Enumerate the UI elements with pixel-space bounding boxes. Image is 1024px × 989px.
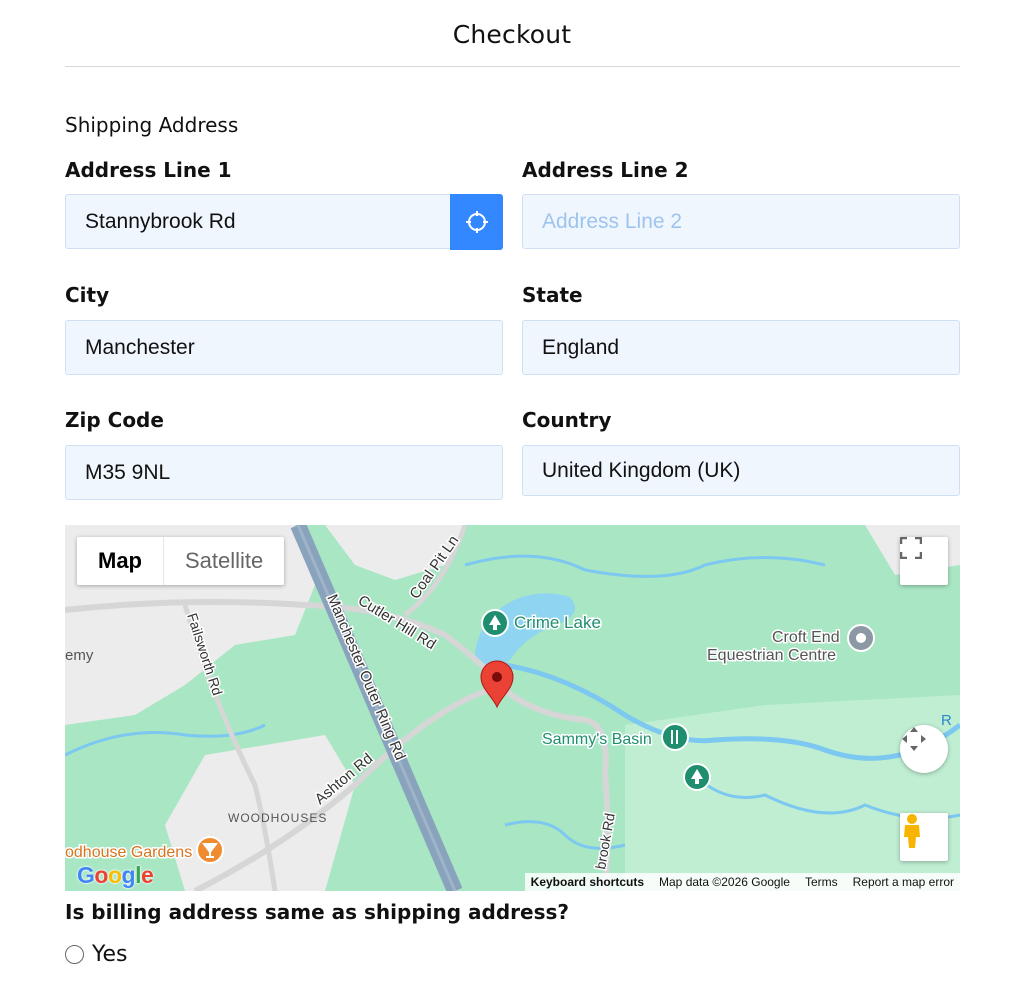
map-view[interactable]: Coal Pit Ln Cutler Hill Rd Manchester Ou…	[65, 525, 960, 891]
locate-me-button[interactable]	[450, 194, 503, 250]
map-type-map-button[interactable]: Map	[77, 537, 163, 585]
crosshair-icon	[465, 211, 488, 233]
terms-link[interactable]: Terms	[805, 875, 838, 889]
keyboard-shortcuts-link[interactable]: Keyboard shortcuts	[531, 875, 644, 889]
state-label: State	[522, 283, 583, 307]
address-line-1-label: Address Line 1	[65, 158, 232, 182]
pan-arrows-icon	[902, 727, 926, 751]
country-label: Country	[522, 408, 612, 432]
crime-lake-label: Crime Lake	[514, 613, 601, 632]
croft-end-pin-icon[interactable]	[847, 624, 875, 652]
address-line-2-input[interactable]: Address Line 2	[522, 194, 960, 249]
report-error-link[interactable]: Report a map error	[853, 875, 954, 889]
sammys-basin-pin-icon[interactable]	[661, 723, 689, 751]
map-footer: Keyboard shortcuts Map data ©2026 Google…	[524, 873, 960, 891]
map-type-satellite-button[interactable]: Satellite	[163, 537, 284, 585]
zip-code-label: Zip Code	[65, 408, 164, 432]
title-divider	[65, 66, 960, 67]
camera-control-button[interactable]	[900, 725, 948, 773]
city-input[interactable]: Manchester	[65, 320, 503, 375]
state-input[interactable]: England	[522, 320, 960, 375]
billing-yes-label[interactable]: Yes	[92, 942, 128, 967]
page-title: Checkout	[452, 20, 572, 49]
crime-lake-pin-icon[interactable]	[481, 609, 509, 637]
address-line-1-input[interactable]: Stannybrook Rd	[65, 194, 451, 249]
woodhouse-gardens-label: odhouse Gardens	[65, 844, 192, 861]
emy-label: emy	[65, 647, 94, 664]
woodhouse-gardens-pin-icon[interactable]	[196, 836, 224, 864]
google-logo: Google	[77, 862, 154, 888]
sammys-basin-label: Sammy's Basin	[542, 731, 652, 748]
river-north	[464, 554, 826, 578]
zip-code-input[interactable]: M35 9NL	[65, 445, 503, 500]
billing-question: Is billing address same as shipping addr…	[65, 900, 569, 924]
park-pin-icon[interactable]	[683, 763, 711, 791]
billing-yes-radio[interactable]	[65, 945, 84, 964]
address-line-2-label: Address Line 2	[522, 158, 689, 182]
location-marker-icon[interactable]	[480, 660, 514, 709]
city-label: City	[65, 283, 110, 307]
billing-yes-option[interactable]: Yes	[65, 942, 128, 967]
map-type-control: Map Satellite	[77, 537, 285, 585]
fullscreen-icon	[900, 537, 922, 559]
street-view-button[interactable]	[900, 813, 948, 861]
woodhouses-label: WOODHOUSES	[228, 811, 327, 825]
equestrian-centre-label: Equestrian Centre	[707, 647, 836, 664]
map-data-text: Map data ©2026 Google	[659, 875, 790, 889]
brook-road-label: brook Rd	[592, 812, 618, 871]
pegman-icon	[904, 814, 920, 848]
edge-label: R	[941, 712, 952, 729]
country-input[interactable]: United Kingdom (UK)	[522, 445, 960, 496]
fullscreen-button[interactable]	[900, 537, 948, 585]
croft-end-label: Croft End	[772, 629, 840, 646]
cutler-hill-road-label: Cutler Hill Rd	[355, 592, 439, 653]
shipping-heading: Shipping Address	[65, 113, 239, 137]
